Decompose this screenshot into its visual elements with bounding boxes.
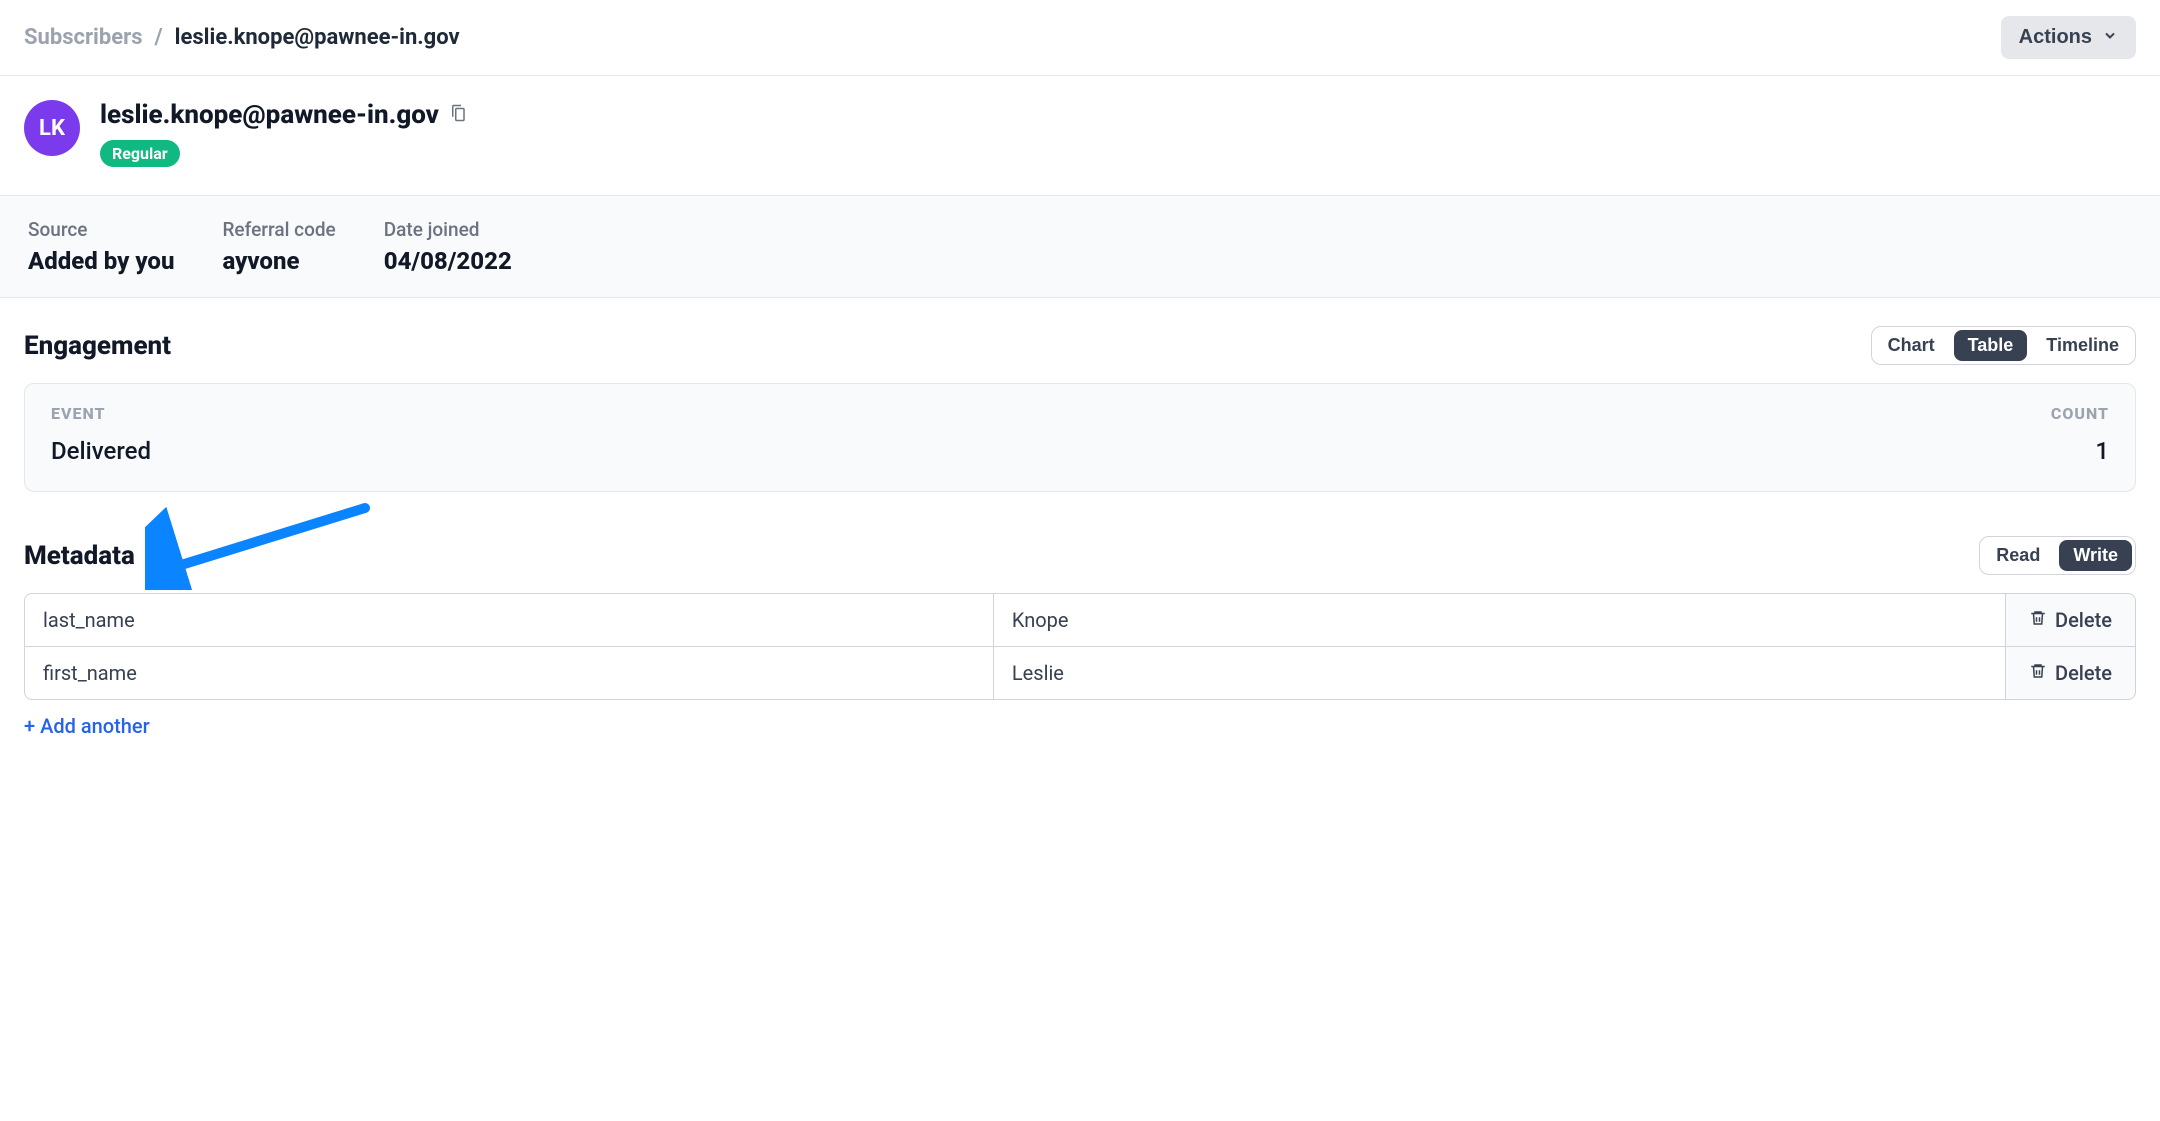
tab-chart[interactable]: Chart xyxy=(1872,327,1951,364)
tab-table[interactable]: Table xyxy=(1954,330,2028,361)
info-referral-value: ayvone xyxy=(222,247,335,275)
info-referral: Referral code ayvone xyxy=(222,218,335,275)
status-badge: Regular xyxy=(100,140,180,167)
metadata-row: last_name Knope Delete xyxy=(24,593,2136,647)
info-joined-label: Date joined xyxy=(384,218,512,241)
breadcrumb-separator: / xyxy=(155,25,163,50)
metadata-title: Metadata xyxy=(24,541,135,571)
actions-label: Actions xyxy=(2019,26,2092,49)
breadcrumb-current: leslie.knope@pawnee-in.gov xyxy=(175,25,460,50)
metadata-row: first_name Leslie Delete xyxy=(24,647,2136,700)
trash-icon xyxy=(2029,661,2047,685)
info-source-label: Source xyxy=(28,218,174,241)
info-referral-label: Referral code xyxy=(222,218,335,241)
col-event: EVENT xyxy=(51,404,106,423)
copy-icon[interactable] xyxy=(449,103,467,127)
metadata-value-input[interactable]: Leslie xyxy=(994,647,2006,700)
metadata-delete-button[interactable]: Delete xyxy=(2006,647,2136,700)
info-source: Source Added by you xyxy=(28,218,174,275)
actions-button[interactable]: Actions xyxy=(2001,16,2136,59)
event-name: Delivered xyxy=(51,437,151,465)
metadata-value-input[interactable]: Knope xyxy=(994,593,2006,647)
add-another-link[interactable]: + Add another xyxy=(24,714,150,738)
breadcrumb-root[interactable]: Subscribers xyxy=(24,25,143,50)
engagement-view-toggle: Chart Table Timeline xyxy=(1871,326,2136,365)
trash-icon xyxy=(2029,608,2047,632)
tab-read[interactable]: Read xyxy=(1980,537,2056,574)
tab-write[interactable]: Write xyxy=(2059,540,2132,571)
metadata-table: last_name Knope Delete first_name Leslie… xyxy=(24,593,2136,700)
page-title: leslie.knope@pawnee-in.gov xyxy=(100,100,439,130)
col-count: COUNT xyxy=(2051,404,2109,423)
metadata-delete-button[interactable]: Delete xyxy=(2006,593,2136,647)
metadata-key-input[interactable]: first_name xyxy=(24,647,994,700)
info-joined: Date joined 04/08/2022 xyxy=(384,218,512,275)
info-joined-value: 04/08/2022 xyxy=(384,247,512,275)
engagement-title: Engagement xyxy=(24,331,171,361)
breadcrumb: Subscribers / leslie.knope@pawnee-in.gov xyxy=(24,25,460,50)
delete-label: Delete xyxy=(2055,608,2112,632)
metadata-key-input[interactable]: last_name xyxy=(24,593,994,647)
info-source-value: Added by you xyxy=(28,247,174,275)
tab-timeline[interactable]: Timeline xyxy=(2030,327,2135,364)
delete-label: Delete xyxy=(2055,661,2112,685)
avatar: LK xyxy=(24,100,80,156)
event-count: 1 xyxy=(2095,437,2109,465)
engagement-row: Delivered 1 xyxy=(51,437,2109,465)
metadata-mode-toggle: Read Write xyxy=(1979,536,2136,575)
engagement-card: EVENT COUNT Delivered 1 xyxy=(24,383,2136,492)
chevron-down-icon xyxy=(2102,26,2118,49)
